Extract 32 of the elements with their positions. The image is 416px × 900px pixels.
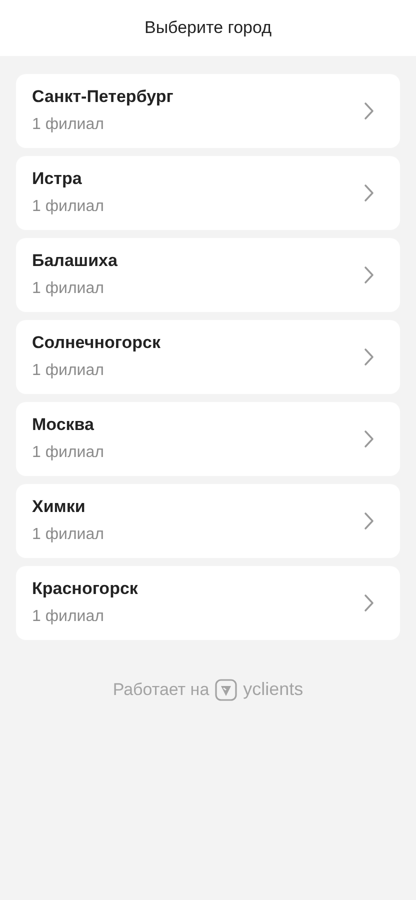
branch-count: 1 филиал — [32, 443, 104, 463]
city-name: Химки — [32, 497, 86, 517]
city-name: Балашиха — [32, 251, 118, 271]
chevron-right-icon — [364, 594, 374, 612]
city-card[interactable]: Солнечногорск 1 филиал — [16, 320, 400, 394]
branch-count: 1 филиал — [32, 279, 105, 299]
city-name: Санкт-Петербург — [32, 87, 174, 107]
city-card[interactable]: Химки 1 филиал — [16, 484, 400, 558]
city-card[interactable]: Истра 1 филиал — [16, 156, 400, 230]
chevron-right-icon — [364, 512, 374, 530]
chevron-right-icon — [364, 266, 374, 284]
city-name: Истра — [32, 169, 83, 189]
city-name: Красногорск — [32, 579, 138, 599]
city-card[interactable]: Красногорск 1 филиал — [16, 566, 400, 640]
logo-icon — [215, 678, 238, 700]
page-title: Выберите город — [144, 17, 272, 40]
chevron-right-icon — [364, 348, 374, 366]
powered-by-text: Работает на — [112, 678, 210, 701]
city-card[interactable]: Балашиха 1 филиал — [16, 238, 400, 312]
branch-count: 1 филиал — [32, 525, 104, 545]
branch-count: 1 филиал — [32, 115, 105, 135]
city-name: Москва — [32, 415, 95, 435]
city-card[interactable]: Санкт-Петербург 1 филиал — [16, 74, 400, 148]
city-card[interactable]: Москва 1 филиал — [16, 402, 400, 476]
branch-count: 1 филиал — [32, 361, 105, 381]
chevron-right-icon — [364, 184, 374, 202]
branch-count: 1 филиал — [32, 607, 105, 627]
brand-name: yclients — [243, 678, 304, 701]
chevron-right-icon — [364, 430, 374, 448]
branch-count: 1 филиал — [32, 197, 104, 217]
city-name: Солнечногорск — [32, 333, 160, 353]
chevron-right-icon — [364, 102, 374, 120]
